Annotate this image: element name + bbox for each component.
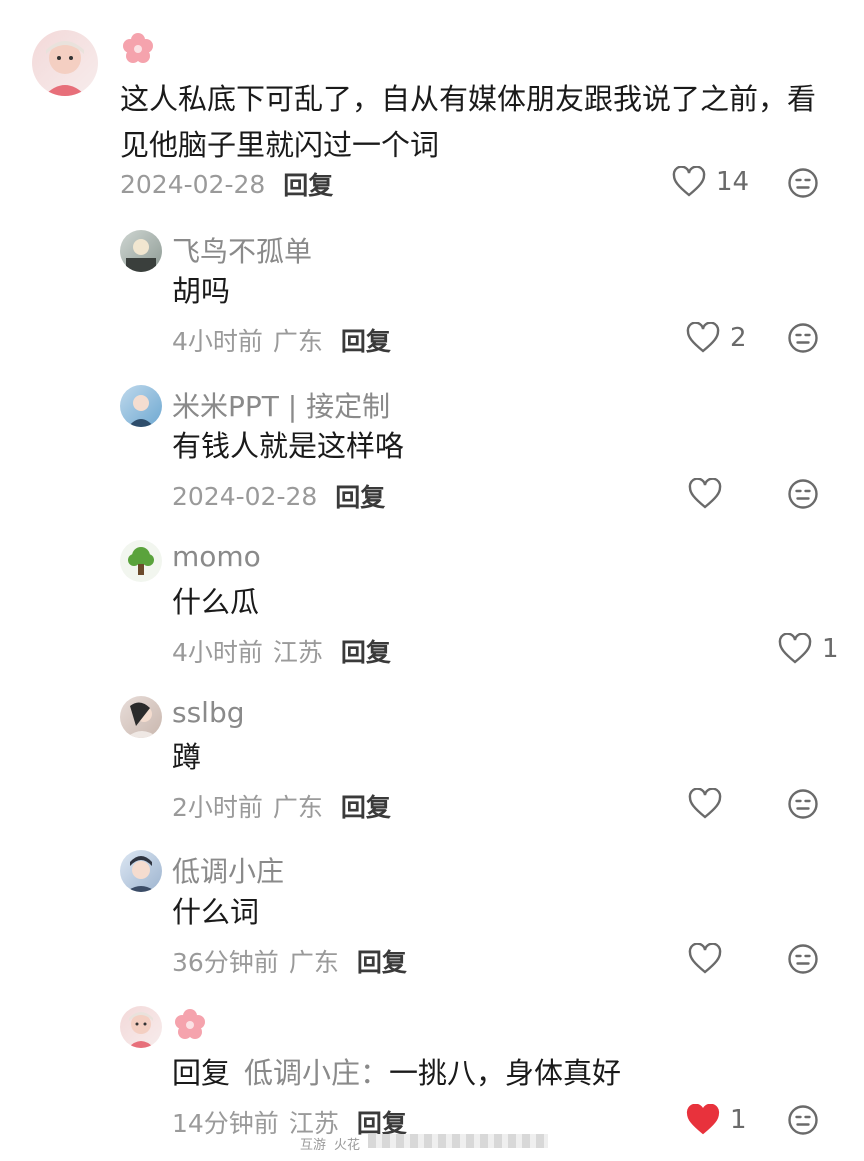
- watermark: 互游 火花: [300, 1134, 549, 1153]
- dislike-button[interactable]: [787, 322, 819, 354]
- filled-heart-icon: [686, 1104, 720, 1135]
- reply-button[interactable]: 回复: [283, 166, 333, 202]
- reply-prefix: 回复: [172, 1056, 231, 1090]
- comment-date: 2024-02-28: [120, 169, 266, 199]
- neutral-face-icon: [788, 168, 818, 198]
- flower-icon: [174, 1008, 206, 1040]
- avatar[interactable]: [120, 850, 162, 892]
- avatar[interactable]: [32, 30, 98, 96]
- dislike-button[interactable]: [787, 167, 819, 199]
- reply-location: 广东: [272, 327, 323, 356]
- reply-username[interactable]: momo: [172, 540, 261, 573]
- comment-text: 这人私底下可乱了，自从有媒体朋友跟我说了之前，看见他脑子里就闪过一个词: [120, 82, 817, 162]
- watermark-right: 火花: [334, 1138, 361, 1153]
- avatar[interactable]: [120, 540, 162, 582]
- reply-meta: 36分钟前 广东 回复: [172, 943, 407, 979]
- watermark-left: 互游: [300, 1138, 327, 1153]
- dislike-button[interactable]: [787, 478, 819, 510]
- avatar[interactable]: [120, 696, 162, 738]
- reply-body: 一挑八，身体真好: [389, 1056, 622, 1090]
- like-button[interactable]: 1: [778, 633, 839, 665]
- like-count: 14: [716, 167, 750, 197]
- like-button[interactable]: [688, 788, 722, 820]
- reply-text: 回复 低调小庄： 一挑八，身体真好: [172, 1050, 621, 1096]
- watermark-blur: [368, 1134, 549, 1148]
- flower-icon: [122, 32, 154, 64]
- neutral-face-icon: [788, 944, 818, 974]
- reply-text: 有钱人就是这样咯: [172, 429, 405, 463]
- reply-username[interactable]: 飞鸟不孤单: [172, 230, 312, 270]
- like-button[interactable]: 14: [672, 166, 749, 198]
- heart-icon: [688, 943, 722, 974]
- neutral-face-icon: [788, 1105, 818, 1135]
- reply-time: 4小时前: [172, 327, 263, 356]
- reply-text: 胡吗: [172, 274, 231, 308]
- avatar[interactable]: [120, 1006, 162, 1048]
- reply-text: 什么瓜: [172, 585, 260, 619]
- neutral-face-icon: [788, 789, 818, 819]
- heart-icon: [686, 322, 720, 353]
- dislike-button[interactable]: [787, 788, 819, 820]
- reply-button[interactable]: 回复: [335, 478, 385, 514]
- heart-icon: [672, 166, 706, 197]
- like-button[interactable]: [688, 943, 722, 975]
- reply-location: 江苏: [272, 638, 323, 667]
- reply-time: 14分钟前: [172, 1109, 279, 1138]
- reply-username[interactable]: 低调小庄: [172, 850, 284, 890]
- avatar[interactable]: [120, 230, 162, 272]
- reply-button[interactable]: 回复: [341, 788, 391, 824]
- heart-icon: [688, 478, 722, 509]
- reply-button[interactable]: 回复: [357, 943, 407, 979]
- reply-time: 2小时前: [172, 793, 263, 822]
- reply-text: 蹲: [172, 740, 202, 774]
- reply-time: 4小时前: [172, 638, 263, 667]
- reply-meta: 4小时前 江苏 回复: [172, 633, 391, 669]
- reply-text: 什么词: [172, 895, 260, 929]
- like-button[interactable]: 2: [686, 322, 747, 354]
- like-count: 1: [730, 1105, 747, 1135]
- reply-meta: 4小时前 广东 回复: [172, 322, 391, 358]
- like-count: 2: [730, 323, 747, 353]
- reply-username[interactable]: sslbg: [172, 696, 245, 729]
- reply-meta: 2小时前 广东 回复: [172, 788, 391, 824]
- reply-time: 2024-02-28: [172, 481, 318, 511]
- neutral-face-icon: [788, 479, 818, 509]
- reply-target-username[interactable]: 低调小庄：: [244, 1050, 389, 1096]
- reply-location: 广东: [288, 948, 339, 977]
- comment-meta: 2024-02-28 回复: [120, 166, 333, 202]
- avatar[interactable]: [120, 385, 162, 427]
- dislike-button[interactable]: [787, 1104, 819, 1136]
- like-button[interactable]: 1: [686, 1104, 747, 1136]
- like-count: 1: [822, 634, 839, 664]
- heart-icon: [688, 788, 722, 819]
- heart-icon: [778, 633, 812, 664]
- reply-button[interactable]: 回复: [341, 633, 391, 669]
- reply-location: 广东: [272, 793, 323, 822]
- like-button[interactable]: [688, 478, 722, 510]
- reply-meta: 2024-02-28 回复: [172, 478, 385, 514]
- neutral-face-icon: [788, 323, 818, 353]
- reply-time: 36分钟前: [172, 948, 279, 977]
- reply-username[interactable]: 米米PPT | 接定制: [172, 385, 390, 425]
- reply-button[interactable]: 回复: [341, 322, 391, 358]
- dislike-button[interactable]: [787, 943, 819, 975]
